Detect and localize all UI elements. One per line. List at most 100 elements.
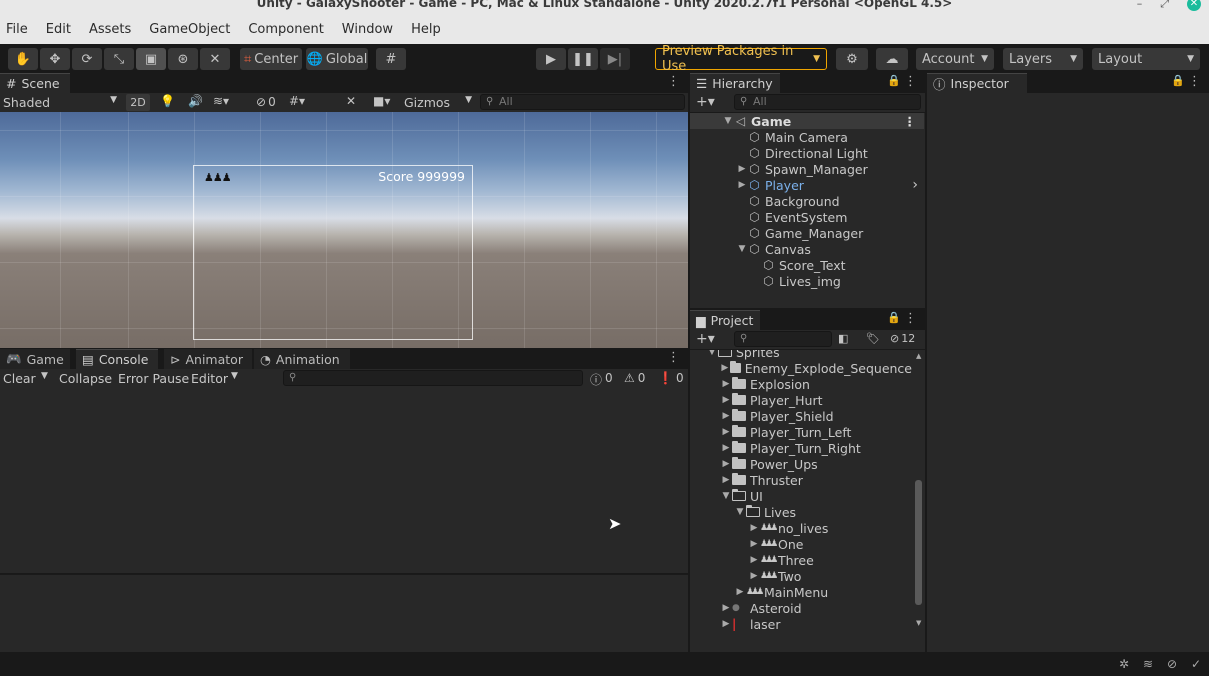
expand-arrow-icon[interactable]: ▶ xyxy=(748,571,760,581)
project-item[interactable]: ▶ Player_Turn_Left xyxy=(690,424,912,440)
project-item[interactable]: ▶ ♟♟♟ One xyxy=(690,536,912,552)
scrollbar-thumb[interactable] xyxy=(915,480,922,605)
filter-type-icon[interactable]: ◧ xyxy=(838,332,848,345)
hierarchy-item[interactable]: ⬡ EventSystem xyxy=(690,209,924,225)
chevron-down-icon[interactable]: ▼ xyxy=(41,371,48,381)
scene-menu-icon[interactable]: ⋮ xyxy=(667,74,680,89)
project-item[interactable]: ▶ ● Asteroid xyxy=(690,600,912,616)
mode-2d-toggle[interactable]: 2D xyxy=(126,94,150,111)
menu-help[interactable]: Help xyxy=(411,22,441,37)
error-pause-button[interactable]: Error Pause xyxy=(118,371,189,386)
tab-scene[interactable]: # Scene xyxy=(0,73,70,93)
tab-game[interactable]: 🎮 Game xyxy=(0,349,70,369)
hierarchy-item[interactable]: ⬡ Background xyxy=(690,193,924,209)
ui-canvas-bounds[interactable]: ♟♟♟ Score 999999 xyxy=(193,165,473,340)
scale-tool-icon[interactable]: ⤡ xyxy=(104,48,134,70)
hierarchy-item[interactable]: ▶ ⬡ Spawn_Manager xyxy=(690,161,924,177)
custom-tool-icon[interactable]: ✕ xyxy=(200,48,230,70)
lives-image[interactable]: ♟♟♟ xyxy=(204,171,232,184)
lock-icon[interactable]: 🔒 xyxy=(887,311,901,324)
console-search-input[interactable] xyxy=(283,370,583,386)
account-dropdown[interactable]: Account ▼ xyxy=(916,48,994,70)
pivot-global-button[interactable]: 🌐 Global xyxy=(306,48,368,70)
project-item[interactable]: ▶ Player_Turn_Right xyxy=(690,440,912,456)
tab-animator[interactable]: ⊳ Animator xyxy=(164,349,252,369)
close-icon[interactable]: ✕ xyxy=(1187,0,1201,11)
info-count-toggle[interactable]: ⓘ 0 xyxy=(590,371,613,388)
prefab-chevron-icon[interactable]: › xyxy=(912,177,918,193)
menu-file[interactable]: File xyxy=(6,22,28,37)
expand-arrow-icon[interactable]: ▶ xyxy=(720,427,732,437)
step-button[interactable]: ▶| xyxy=(600,48,630,70)
expand-arrow-icon[interactable]: ▶ xyxy=(720,459,732,469)
collapse-arrow-icon[interactable]: ▼ xyxy=(736,244,748,254)
restore-icon[interactable]: ⤢ xyxy=(1160,0,1169,10)
hierarchy-item[interactable]: ⬡ Game_Manager xyxy=(690,225,924,241)
bottom-menu-icon[interactable]: ⋮ xyxy=(667,350,680,365)
layers-dropdown[interactable]: Layers ▼ xyxy=(1003,48,1083,70)
hierarchy-search-input[interactable]: All xyxy=(734,94,921,110)
hierarchy-item[interactable]: ⬡ Lives_img xyxy=(690,273,924,289)
tab-hierarchy[interactable]: ☰ Hierarchy xyxy=(690,73,780,93)
expand-arrow-icon[interactable]: ▶ xyxy=(736,180,748,190)
expand-arrow-icon[interactable]: ▶ xyxy=(720,411,732,421)
expand-arrow-icon[interactable]: ▶ xyxy=(720,443,732,453)
lock-icon[interactable]: 🔒 xyxy=(1171,74,1185,87)
expand-arrow-icon[interactable]: ▶ xyxy=(720,619,732,629)
project-item[interactable]: ▼ Sprites xyxy=(690,350,912,360)
project-item[interactable]: ▶ ♟♟♟ Three xyxy=(690,552,912,568)
create-asset-button[interactable]: +▾ xyxy=(696,331,715,347)
hierarchy-menu-icon[interactable]: ⋮ xyxy=(904,74,917,89)
bug-icon[interactable]: ✲ xyxy=(1119,657,1129,671)
lock-icon[interactable]: 🔒 xyxy=(887,74,901,87)
add-object-button[interactable]: +▾ xyxy=(696,94,715,110)
menu-edit[interactable]: Edit xyxy=(46,22,71,37)
tab-animation[interactable]: ◔ Animation xyxy=(254,349,350,369)
console-detail-area[interactable] xyxy=(0,574,688,652)
expand-arrow-icon[interactable]: ▶ xyxy=(748,523,760,533)
cache-icon[interactable]: ≋ xyxy=(1143,657,1153,671)
effects-icon[interactable]: ≋▾ xyxy=(213,94,229,108)
project-item[interactable]: ▶ Thruster xyxy=(690,472,912,488)
scene-root-row[interactable]: ▼ ◁ Game ⋮ xyxy=(690,113,924,129)
collapse-button[interactable]: Collapse xyxy=(59,371,112,386)
collapse-arrow-icon[interactable]: ▼ xyxy=(720,491,732,501)
warning-count-toggle[interactable]: ⚠ 0 xyxy=(624,371,645,385)
hand-tool-icon[interactable]: ✋ xyxy=(8,48,38,70)
project-item[interactable]: ▶ Explosion xyxy=(690,376,912,392)
audio-icon[interactable]: 🔊 xyxy=(188,94,203,108)
move-tool-icon[interactable]: ✥ xyxy=(40,48,70,70)
editor-dropdown[interactable]: Editor ▼ xyxy=(191,371,238,386)
console-log-list[interactable] xyxy=(0,388,688,573)
grid-snap-icon[interactable]: # xyxy=(376,48,406,70)
project-item[interactable]: ▶ ♟♟♟ Two xyxy=(690,568,912,584)
project-search-input[interactable] xyxy=(734,331,832,347)
hierarchy-item[interactable]: ⬡ Score_Text xyxy=(690,257,924,273)
hierarchy-item[interactable]: ▶ ⬡ Player › xyxy=(690,177,924,193)
gizmos-dropdown[interactable]: Gizmos ▼ xyxy=(404,95,472,110)
menu-gameobject[interactable]: GameObject xyxy=(149,22,230,37)
services-gear-icon[interactable]: ⚙ xyxy=(836,48,868,70)
collapse-arrow-icon[interactable]: ▼ xyxy=(734,507,746,517)
expand-arrow-icon[interactable]: ▶ xyxy=(734,587,746,597)
menu-window[interactable]: Window xyxy=(342,22,393,37)
project-item[interactable]: ▶ | laser xyxy=(690,616,912,632)
expand-arrow-icon[interactable]: ▶ xyxy=(720,379,732,389)
rect-tool-icon[interactable]: ▣ xyxy=(136,48,166,70)
progress-check-icon[interactable]: ✓ xyxy=(1191,657,1201,671)
pause-button[interactable]: ❚❚ xyxy=(568,48,598,70)
expand-arrow-icon[interactable]: ▶ xyxy=(748,555,760,565)
camera-icon[interactable]: ■▾ xyxy=(373,94,390,108)
lighting-icon[interactable]: 💡 xyxy=(160,94,175,108)
scroll-up-icon[interactable]: ▲ xyxy=(916,352,921,360)
expand-arrow-icon[interactable]: ▶ xyxy=(736,164,748,174)
project-item[interactable]: ▶ ♟♟♟ no_lives xyxy=(690,520,912,536)
tab-project[interactable]: ▆ Project xyxy=(690,310,760,330)
grid-visibility-icon[interactable]: #▾ xyxy=(289,94,305,108)
project-item[interactable]: ▶ Enemy_Explode_Sequence xyxy=(690,360,912,376)
expand-arrow-icon[interactable]: ▶ xyxy=(720,603,732,613)
inspector-menu-icon[interactable]: ⋮ xyxy=(1188,74,1201,89)
tab-console[interactable]: ▤ Console xyxy=(76,349,158,369)
scroll-down-icon[interactable]: ▼ xyxy=(916,619,921,627)
hierarchy-item[interactable]: ▼ ⬡ Canvas xyxy=(690,241,924,257)
